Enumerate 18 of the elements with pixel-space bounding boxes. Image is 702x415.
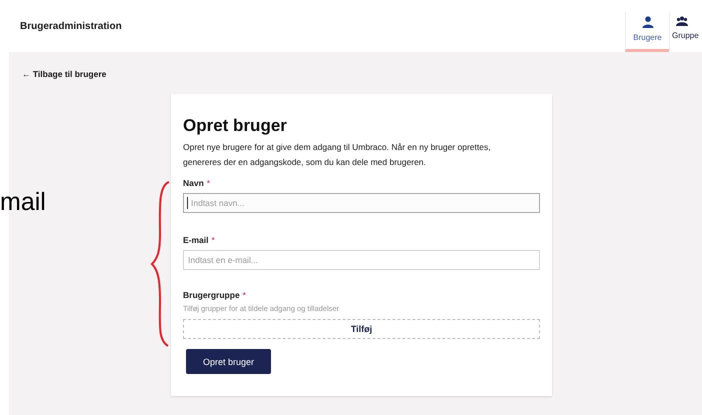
person-icon [642,16,654,28]
nav-tab[interactable]: Brugere [625,12,669,52]
form-description: Opret nye brugere for at give dem adgang til Umbraco. Når en ny bruger oprettes, genereres der en adgangskode, som du kan dele med brugeren. [183,141,492,169]
required-mark: * [206,178,210,188]
text-field[interactable]: Indtast en e-mail... [183,250,540,270]
page-title: Brugeradministration [19,20,123,32]
form-title: Opret bruger [183,116,288,136]
annotation-text: mail [0,188,46,217]
field-label: Brugergruppe [183,290,240,300]
field-label: E-mail [183,235,209,245]
required-mark: * [242,290,246,300]
required-mark: * [212,235,215,245]
add-group-button[interactable]: Tilføj [183,319,540,339]
field-label: Navn [183,178,204,188]
text-field[interactable]: Indtast navn... [183,193,540,213]
create-user-button[interactable]: Opret bruger [186,349,271,374]
group-icon [676,16,688,26]
back-link[interactable]: ← Tilbage til brugere [22,69,106,79]
